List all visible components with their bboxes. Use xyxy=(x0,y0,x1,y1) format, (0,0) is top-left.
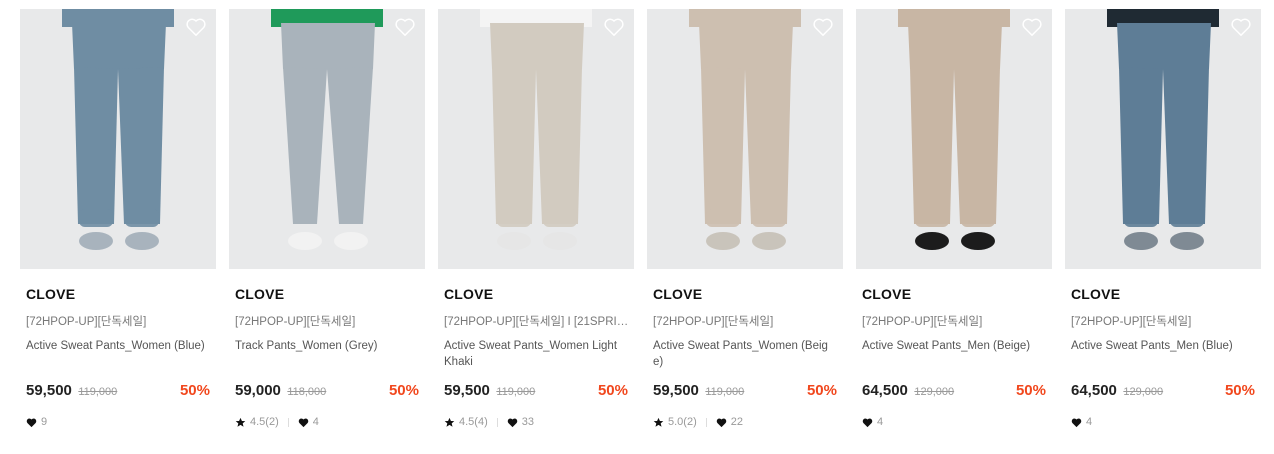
product-title[interactable]: Active Sweat Pants_Women (Beige) xyxy=(653,338,833,372)
product-photo xyxy=(438,9,634,269)
price-row: 59,500 119,000 50% xyxy=(444,382,630,402)
product-card[interactable]: CLOVE [72HPOP-UP][단독세일] Active Sweat Pan… xyxy=(647,9,843,429)
brand-name[interactable]: CLOVE xyxy=(1071,286,1257,302)
brand-name[interactable]: CLOVE xyxy=(653,286,839,302)
promo-tag: [72HPOP-UP][단독세일] xyxy=(862,316,983,328)
product-meta: 4 xyxy=(1071,415,1257,429)
promo-tag: [72HPOP-UP][단독세일] xyxy=(26,316,147,328)
product-title[interactable]: Active Sweat Pants_Women (Blue) xyxy=(26,338,206,372)
divider xyxy=(496,417,498,427)
discount-rate: 50% xyxy=(388,382,419,399)
brand-name[interactable]: CLOVE xyxy=(235,286,421,302)
heart-icon xyxy=(507,418,517,427)
product-title[interactable]: Active Sweat Pants_Women Light Khaki xyxy=(444,338,624,372)
product-image[interactable] xyxy=(20,9,216,269)
discount-rate: 50% xyxy=(179,382,210,399)
wishlist-heart-icon[interactable] xyxy=(185,17,207,37)
like-count: 9 xyxy=(41,416,48,428)
price-row: 64,500 129,000 50% xyxy=(1071,382,1257,402)
product-meta: 5.0(2) 22 xyxy=(653,415,839,429)
promo-tag: [72HPOP-UP][단독세일] I [21SPRING] xyxy=(444,316,630,328)
heart-icon xyxy=(1071,418,1082,427)
heart-icon xyxy=(298,418,308,427)
star-icon xyxy=(653,417,664,427)
product-grid: CLOVE [72HPOP-UP][단독세일] Active Sweat Pan… xyxy=(0,0,1274,454)
product-photo xyxy=(1065,9,1261,269)
like-count: 22 xyxy=(730,416,743,428)
product-card[interactable]: CLOVE [72HPOP-UP][단독세일] Track Pants_Wome… xyxy=(229,9,425,429)
rating: 4.5(4) xyxy=(444,416,507,428)
promo-tag: [72HPOP-UP][단독세일] xyxy=(235,316,356,328)
product-image[interactable] xyxy=(438,9,634,269)
product-card[interactable]: CLOVE [72HPOP-UP][단독세일] Active Sweat Pan… xyxy=(20,9,216,429)
product-meta: 9 xyxy=(26,415,212,429)
heart-icon xyxy=(716,418,726,427)
wishlist-heart-icon[interactable] xyxy=(394,17,416,37)
sale-price: 59,500 xyxy=(653,382,699,399)
discount-rate: 50% xyxy=(1015,382,1046,399)
heart-icon xyxy=(26,418,37,427)
price-row: 59,500 119,000 50% xyxy=(653,382,839,402)
product-image[interactable] xyxy=(229,9,425,269)
product-card[interactable]: CLOVE [72HPOP-UP][단독세일] I [21SPRING] Act… xyxy=(438,9,634,429)
like-count: 4 xyxy=(877,416,884,428)
product-card[interactable]: CLOVE [72HPOP-UP][단독세일] Active Sweat Pan… xyxy=(856,9,1052,429)
product-meta: 4.5(4) 33 xyxy=(444,415,630,429)
like-count: 4 xyxy=(312,416,319,428)
divider xyxy=(287,417,289,427)
sale-price: 59,500 xyxy=(444,382,490,399)
product-image[interactable] xyxy=(1065,9,1261,269)
like-count: 4 xyxy=(1086,416,1093,428)
rating-value: 4.5(4) xyxy=(459,416,488,428)
wishlist-heart-icon[interactable] xyxy=(1021,17,1043,37)
product-meta: 4.5(2) 4 xyxy=(235,415,421,429)
sale-price: 64,500 xyxy=(1071,382,1117,399)
price-row: 59,500 119,000 50% xyxy=(26,382,212,402)
sale-price: 64,500 xyxy=(862,382,908,399)
brand-name[interactable]: CLOVE xyxy=(444,286,630,302)
brand-name[interactable]: CLOVE xyxy=(862,286,1048,302)
price-row: 64,500 129,000 50% xyxy=(862,382,1048,402)
like-count: 33 xyxy=(521,416,534,428)
discount-rate: 50% xyxy=(597,382,628,399)
product-image[interactable] xyxy=(856,9,1052,269)
original-price: 118,000 xyxy=(287,386,327,398)
divider xyxy=(705,417,707,427)
heart-icon xyxy=(862,418,873,427)
product-title[interactable]: Active Sweat Pants_Men (Blue) xyxy=(1071,338,1251,372)
product-image[interactable] xyxy=(647,9,843,269)
product-photo xyxy=(20,9,216,269)
original-price: 119,000 xyxy=(78,386,118,398)
wishlist-heart-icon[interactable] xyxy=(812,17,834,37)
brand-name[interactable]: CLOVE xyxy=(26,286,212,302)
original-price: 129,000 xyxy=(1123,386,1164,398)
star-icon xyxy=(444,417,455,427)
discount-rate: 50% xyxy=(1224,382,1255,399)
promo-tag: [72HPOP-UP][단독세일] xyxy=(653,316,774,328)
original-price: 119,000 xyxy=(496,386,536,398)
wishlist-heart-icon[interactable] xyxy=(603,17,625,37)
product-photo xyxy=(856,9,1052,269)
sale-price: 59,500 xyxy=(26,382,72,399)
product-title[interactable]: Track Pants_Women (Grey) xyxy=(235,338,415,372)
product-photo xyxy=(647,9,843,269)
sale-price: 59,000 xyxy=(235,382,281,399)
product-meta: 4 xyxy=(862,415,1048,429)
product-card[interactable]: CLOVE [72HPOP-UP][단독세일] Active Sweat Pan… xyxy=(1065,9,1261,429)
wishlist-heart-icon[interactable] xyxy=(1230,17,1252,37)
rating-value: 5.0(2) xyxy=(668,416,697,428)
original-price: 129,000 xyxy=(914,386,955,398)
rating: 5.0(2) xyxy=(653,416,716,428)
rating-value: 4.5(2) xyxy=(250,416,279,428)
price-row: 59,000 118,000 50% xyxy=(235,382,421,402)
rating: 4.5(2) xyxy=(235,416,298,428)
star-icon xyxy=(235,417,246,427)
promo-tag: [72HPOP-UP][단독세일] xyxy=(1071,316,1192,328)
product-title[interactable]: Active Sweat Pants_Men (Beige) xyxy=(862,338,1042,372)
discount-rate: 50% xyxy=(806,382,837,399)
original-price: 119,000 xyxy=(705,386,745,398)
product-photo xyxy=(229,9,425,269)
